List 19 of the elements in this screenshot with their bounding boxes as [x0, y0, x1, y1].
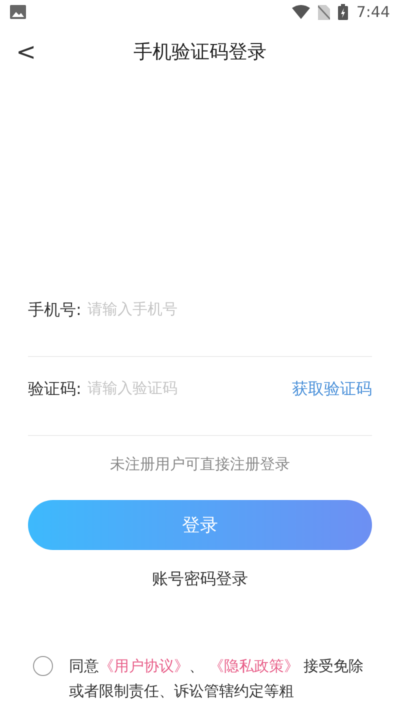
field-label: 验证码: — [28, 378, 82, 400]
get-code-button[interactable]: 获取验证码 — [288, 377, 372, 401]
input-field[interactable]: 请输入手机号 — [81, 298, 372, 320]
no-sim-icon — [318, 4, 330, 20]
clock-time: 7:44 — [356, 2, 390, 23]
input-field[interactable]: 请输入验证码 — [81, 377, 288, 400]
password-login-link[interactable]: 账号密码登录 — [146, 566, 254, 592]
field-label: 手机号: — [28, 299, 82, 321]
agreement-link[interactable]: 《用户协议》 — [99, 657, 189, 675]
agree-checkbox[interactable] — [33, 656, 53, 676]
battery-charging-icon — [338, 4, 348, 20]
agreement-text: 同意《用户协议》、 《隐私政策》 接受免除或者限制责任、诉讼管辖约定等粗 — [69, 656, 365, 702]
login-button[interactable]: 登录 — [28, 500, 372, 550]
picture-icon — [10, 5, 26, 19]
hint-text: 未注册用户可直接注册登录 — [110, 455, 290, 473]
page-title: 手机验证码登录 — [134, 40, 266, 65]
agreement-link[interactable]: 《隐私政策》 — [208, 657, 299, 675]
wifi-icon — [292, 5, 310, 19]
back-button[interactable]: < — [10, 34, 42, 70]
